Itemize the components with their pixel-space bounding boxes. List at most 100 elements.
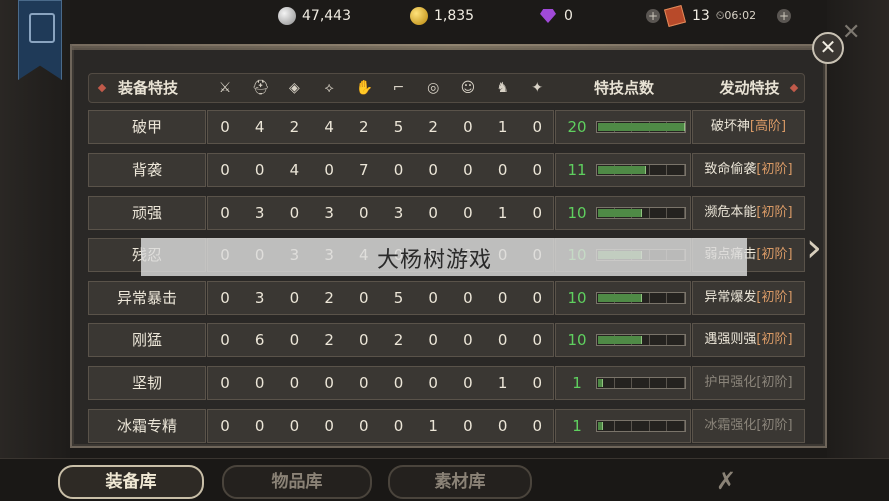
trigger-skill[interactable]: 破坏神[高阶] — [692, 110, 805, 144]
slot-value: 0 — [324, 417, 334, 435]
header-points: 特技点数 — [593, 79, 654, 97]
slot-value: 3 — [254, 204, 265, 222]
slot-value: 0 — [463, 289, 473, 307]
slot-values: 0 4 2 4 2 5 2 0 1 0 — [207, 110, 554, 144]
slot-value: 0 — [428, 161, 438, 179]
header-skill: 装备特技 — [117, 79, 178, 97]
points-bar — [596, 207, 686, 219]
trigger-skill-name: 异常爆发 — [704, 290, 757, 305]
trigger-skill-name: 遇强则强 — [704, 332, 757, 347]
slot-value: 0 — [428, 331, 438, 349]
slot-value: 0 — [359, 374, 369, 392]
points-bar-fill — [598, 166, 646, 174]
skill-points: 20 — [555, 110, 691, 144]
slot-value: 0 — [220, 374, 230, 392]
slot-value: 1 — [497, 374, 508, 392]
slot-value: 0 — [497, 161, 508, 179]
trigger-skill-tier: [初阶] — [756, 332, 793, 347]
slot-values: 0 3 0 3 0 3 0 0 1 0 — [207, 196, 554, 230]
points-value: 1 — [572, 374, 582, 392]
sword-icon: ⚔ — [218, 80, 232, 96]
trigger-skill[interactable]: 护甲强化[初阶] — [692, 366, 805, 400]
skill-points: 10 — [555, 196, 691, 230]
skill-row[interactable]: 冰霜专精 0 0 0 0 0 0 1 0 0 0 1 冰霜强化[初阶] — [88, 409, 805, 445]
card-icon — [663, 4, 687, 28]
slot-value: 0 — [463, 161, 473, 179]
silver-resource: 47,443 — [278, 6, 351, 26]
slot-values: 0 0 0 0 0 0 0 0 1 0 — [207, 366, 554, 400]
skill-row[interactable]: 背袭 0 0 4 0 7 0 0 0 0 0 11 致命偷袭[初阶] — [88, 153, 805, 189]
slot-value: 0 — [532, 118, 543, 136]
slot-value: 0 — [359, 204, 369, 222]
trigger-skill[interactable]: 遇强则强[初阶] — [692, 323, 805, 357]
slot-value: 0 — [532, 331, 543, 349]
slot-value: 0 — [254, 417, 265, 435]
trigger-skill[interactable]: 异常爆发[初阶] — [692, 281, 805, 315]
tab-equipment[interactable]: 装备库 — [58, 465, 204, 499]
add-resource-button[interactable]: + — [777, 9, 791, 23]
skill-row[interactable]: 坚韧 0 0 0 0 0 0 0 0 1 0 1 护甲强化[初阶] — [88, 366, 805, 402]
armor-icon: ◈ — [289, 80, 300, 96]
slot-value: 2 — [324, 331, 334, 349]
slot-value: 0 — [220, 204, 230, 222]
tab-items[interactable]: 物品库 — [222, 465, 372, 499]
gem-resource: 0 — [540, 6, 573, 26]
slot-value: 0 — [428, 374, 438, 392]
skill-name: 冰霜专精 — [88, 409, 206, 443]
trigger-skill-tier: [初阶] — [756, 290, 793, 305]
close-button[interactable]: ✕ — [812, 32, 844, 64]
slot-values: 0 0 4 0 7 0 0 0 0 0 — [207, 153, 554, 187]
slot-value: 0 — [463, 417, 473, 435]
slot-value: 0 — [463, 331, 473, 349]
slot-value: 1 — [497, 118, 508, 136]
slot-value: 0 — [359, 331, 369, 349]
slot-value: 0 — [393, 374, 404, 392]
slot-values: 0 6 0 2 0 2 0 0 0 0 — [207, 323, 554, 357]
slot-value: 0 — [532, 289, 543, 307]
gold-coin-icon — [410, 7, 428, 25]
slot-value: 2 — [428, 118, 438, 136]
slot-value: 0 — [393, 161, 404, 179]
gem-amount: 0 — [564, 8, 573, 24]
mask-icon: ☺ — [460, 80, 476, 96]
skill-name: 顽强 — [88, 196, 206, 230]
points-bar-fill — [598, 294, 642, 302]
next-page-arrow-icon[interactable]: › — [806, 228, 830, 268]
trigger-skill[interactable]: 濒危本能[初阶] — [692, 196, 805, 230]
skill-row[interactable]: 顽强 0 3 0 3 0 3 0 0 1 0 10 濒危本能[初阶] — [88, 196, 805, 232]
points-bar-fill — [598, 336, 642, 344]
refresh-timer: ⏲06:02 — [715, 9, 757, 22]
trigger-skill-tier: [高阶] — [749, 119, 787, 134]
slot-value: 0 — [497, 289, 508, 307]
slot-value: 0 — [289, 374, 300, 392]
points-bar-fill — [598, 422, 603, 430]
tab-materials[interactable]: 素材库 — [388, 465, 532, 499]
slot-value: 0 — [532, 204, 543, 222]
skill-row[interactable]: 异常暴击 0 3 0 2 0 5 0 0 0 0 10 异常爆发[初阶] — [88, 281, 805, 317]
slot-value: 4 — [289, 161, 300, 179]
slot-value: 3 — [254, 289, 265, 307]
slot-value: 0 — [289, 204, 300, 222]
slot-value: 0 — [220, 417, 230, 435]
slot-value: 0 — [497, 417, 508, 435]
slot-value: 0 — [289, 417, 300, 435]
slot-value: 0 — [428, 289, 438, 307]
trigger-skill[interactable]: 冰霜强化[初阶] — [692, 409, 805, 443]
slot-value: 6 — [254, 331, 265, 349]
slot-value: 2 — [359, 118, 369, 136]
slot-value: 0 — [532, 374, 543, 392]
slot-value: 2 — [393, 331, 404, 349]
points-value: 1 — [572, 417, 582, 435]
right-backdrop — [827, 0, 889, 500]
trigger-skill[interactable]: 致命偷袭[初阶] — [692, 153, 805, 187]
slot-value: 0 — [463, 204, 473, 222]
slot-value: 0 — [289, 289, 300, 307]
ring-icon: ◎ — [427, 80, 440, 96]
extra-add: + — [777, 6, 797, 26]
skill-row[interactable]: 刚猛 0 6 0 2 0 2 0 0 0 0 10 遇强则强[初阶] — [88, 323, 805, 359]
bottom-tab-bar: 装备库 物品库 素材库 ✗ — [0, 458, 889, 501]
skill-row[interactable]: 破甲 0 4 2 4 2 5 2 0 1 0 20 破坏神[高阶] — [88, 110, 805, 146]
add-card-button[interactable]: + — [646, 9, 660, 23]
points-bar — [596, 121, 686, 133]
slot-value: 0 — [359, 417, 369, 435]
